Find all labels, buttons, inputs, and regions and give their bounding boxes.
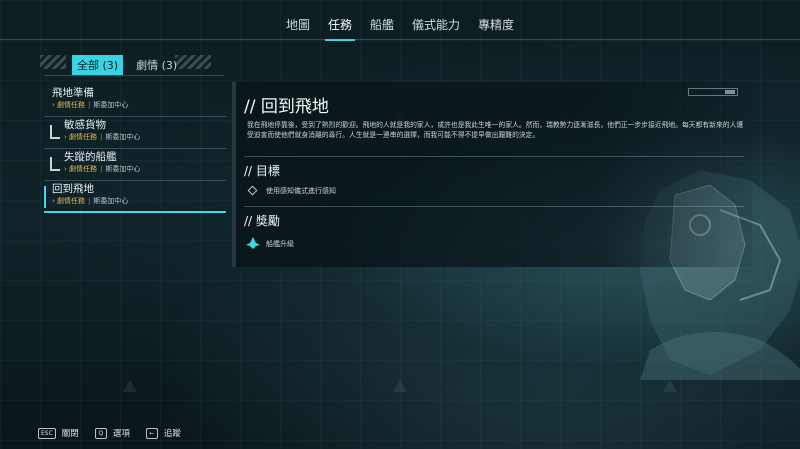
options-label[interactable]: 選項: [113, 427, 130, 439]
quest-title: 敏感貨物: [64, 119, 106, 131]
deco-triangle: [663, 380, 677, 392]
divider: [44, 75, 224, 76]
close-label[interactable]: 關閉: [62, 427, 79, 439]
list-item[interactable]: 飛地準備 › 劇情任務 | 斯委加中心: [44, 86, 226, 117]
list-item[interactable]: 失蹤的船艦 › 劇情任務 | 斯委加中心: [44, 150, 226, 181]
quest-title: 失蹤的船艦: [64, 151, 117, 163]
key-track-icon[interactable]: ←: [145, 427, 158, 439]
tab-mastery[interactable]: 專精度: [469, 14, 523, 36]
list-item[interactable]: 回到飛地 › 劇情任務 | 斯委加中心: [44, 182, 226, 213]
deco-stripes: [40, 55, 66, 69]
quest-detail-title: // 回到飛地: [244, 97, 329, 117]
objectives-header: // 目標: [244, 164, 280, 178]
subquest-icon: [50, 125, 60, 139]
deco-triangle: [123, 380, 137, 392]
key-q-icon[interactable]: Q: [94, 427, 107, 439]
subquest-icon: [50, 157, 60, 171]
tab-rituals[interactable]: 儀式能力: [403, 14, 469, 36]
quest-title: 回到飛地: [52, 183, 94, 195]
quest-description: 我在飛地停靠後，受到了熱烈的歡迎。飛地的人就是我的家人，或許也是我此生唯一的家人…: [247, 121, 744, 139]
tab-ship[interactable]: 船艦: [361, 14, 403, 36]
quest-title: 飛地準備: [52, 87, 94, 99]
quest-list: 飛地準備 › 劇情任務 | 斯委加中心 敏感貨物 › 劇情任務 | 斯委加中心 失蹤的船…: [44, 86, 226, 214]
quest-filters: 全部 (3) 劇情 (3): [72, 55, 182, 75]
reward-text: 船艦升級: [266, 240, 294, 248]
top-navigation: 地圖 任務 船艦 儀式能力 專精度: [0, 14, 800, 41]
tab-missions[interactable]: 任務: [319, 14, 361, 41]
divider: [0, 39, 800, 40]
corner-decoration: [688, 88, 738, 96]
panel-edge: [232, 82, 236, 267]
divider: [244, 206, 744, 207]
quest-meta: › 劇情任務 | 斯委加中心: [64, 165, 141, 173]
filter-story[interactable]: 劇情 (3): [131, 55, 182, 75]
list-item[interactable]: 敏感貨物 › 劇情任務 | 斯委加中心: [44, 118, 226, 149]
filter-all[interactable]: 全部 (3): [72, 55, 124, 75]
key-esc-icon[interactable]: ESC: [38, 427, 56, 439]
tab-map[interactable]: 地圖: [277, 14, 319, 36]
deco-triangle: [393, 380, 407, 392]
rewards-header: // 獎勵: [244, 214, 280, 228]
quest-meta: › 劇情任務 | 斯委加中心: [52, 101, 129, 109]
ship-upgrade-icon: [246, 237, 260, 249]
quest-meta: › 劇情任務 | 斯委加中心: [64, 133, 141, 141]
objective-text: 使用感知儀式進行感知: [266, 187, 336, 195]
quest-meta: › 劇情任務 | 斯委加中心: [52, 197, 129, 205]
track-label[interactable]: 追蹤: [164, 427, 181, 439]
control-hints: ESC 關閉 Q 選項 ← 追蹤: [38, 427, 191, 439]
divider: [244, 156, 744, 157]
